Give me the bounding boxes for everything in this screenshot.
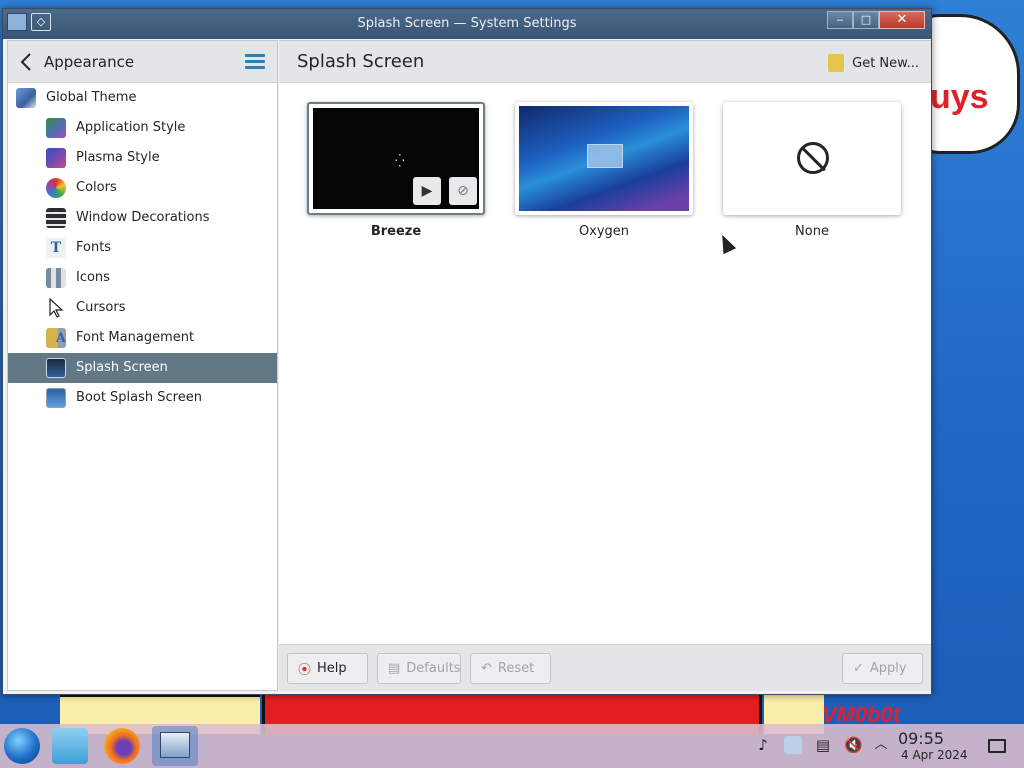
page-title: Splash Screen: [297, 51, 425, 72]
sidebar-item-label: Boot Splash Screen: [76, 390, 202, 405]
defaults-label: Defaults: [406, 661, 461, 676]
sidebar-item-label: Cursors: [76, 300, 126, 315]
sidebar-item-icons[interactable]: Icons: [8, 263, 277, 293]
sidebar-item-application-style[interactable]: Application Style: [8, 113, 277, 143]
fonts-icon: T: [46, 238, 66, 258]
boot-splash-screen-icon: [46, 388, 66, 408]
defaults-icon: ▤: [388, 661, 401, 676]
reset-icon: ↶: [481, 661, 492, 676]
system-settings-icon: [160, 732, 190, 758]
get-new-icon: [828, 54, 845, 72]
taskbar: ♪ ▤ 🔇 ︿ 09:55 4 Apr 2024: [0, 724, 1024, 768]
footer-bar: ⦿ Help ▤ Defaults ↶ Reset ✓ Apply: [279, 644, 931, 691]
network-icon[interactable]: [784, 736, 802, 754]
main-header: Splash Screen Get New...: [279, 41, 931, 83]
sidebar-item-label: Application Style: [76, 120, 186, 135]
preview-play-button[interactable]: ▶: [413, 177, 441, 205]
help-label: Help: [317, 661, 347, 676]
window-title: Splash Screen — System Settings: [357, 16, 577, 31]
sidebar-title: Appearance: [44, 53, 135, 71]
loading-spinner-icon: ⁛: [395, 154, 405, 168]
help-icon: ⦿: [298, 663, 312, 678]
font-management-icon: A: [46, 328, 66, 348]
window-titlebar[interactable]: ◇ Splash Screen — System Settings ‒ □ ✕: [3, 9, 931, 39]
sidebar-item-label: Icons: [76, 270, 110, 285]
sidebar-item-window-decorations[interactable]: Window Decorations: [8, 203, 277, 233]
oxygen-logo-icon: [587, 144, 623, 168]
back-arrow-icon[interactable]: [18, 52, 34, 72]
cursor-icon: [49, 298, 64, 318]
theme-card-breeze[interactable]: ⁛ ▶ ⊘: [307, 102, 485, 215]
splash-screen-icon: [46, 358, 66, 378]
file-manager-icon[interactable]: [52, 728, 88, 764]
sidebar-item-label: Fonts: [76, 240, 112, 255]
theme-label-oxygen: Oxygen: [578, 224, 630, 239]
no-theme-icon: [797, 142, 829, 174]
sidebar-item-label: Window Decorations: [76, 210, 210, 225]
window-decorations-icon: [46, 208, 66, 228]
uninstall-button[interactable]: ⊘: [449, 177, 477, 205]
get-new-button[interactable]: Get New...: [828, 52, 919, 74]
sidebar-item-splash-screen[interactable]: Splash Screen: [8, 353, 277, 383]
apply-check-icon: ✓: [853, 661, 864, 676]
sidebar-item-label: Plasma Style: [76, 150, 160, 165]
reset-label: Reset: [497, 661, 535, 676]
icons-icon: [46, 268, 66, 288]
start-menu-button[interactable]: [4, 728, 40, 764]
defaults-button[interactable]: ▤ Defaults: [377, 653, 461, 684]
show-desktop-icon[interactable]: [988, 739, 1006, 753]
sidebar-item-plasma-style[interactable]: Plasma Style: [8, 143, 277, 173]
system-settings-taskbar-button[interactable]: [152, 726, 198, 766]
notifications-bell-icon[interactable]: ♪: [754, 736, 772, 754]
get-new-label: Get New...: [852, 55, 919, 71]
sidebar-item-label: Global Theme: [46, 90, 137, 105]
minimize-button[interactable]: ‒: [827, 11, 853, 29]
sidebar-item-global-theme[interactable]: Global Theme: [8, 83, 277, 113]
sidebar-item-fonts[interactable]: T Fonts: [8, 233, 277, 263]
sidebar-item-font-management[interactable]: A Font Management: [8, 323, 277, 353]
application-style-icon: [46, 118, 66, 138]
main-panel: Splash Screen Get New... ⁛ ▶ ⊘ Breeze Ox…: [279, 40, 931, 691]
apply-button[interactable]: ✓ Apply: [842, 653, 923, 684]
system-settings-window: ◇ Splash Screen — System Settings ‒ □ ✕ …: [2, 8, 932, 695]
reset-button[interactable]: ↶ Reset: [470, 653, 551, 684]
sidebar-item-boot-splash-screen[interactable]: Boot Splash Screen: [8, 383, 277, 413]
plasma-style-icon: [46, 148, 66, 168]
firefox-icon[interactable]: [104, 728, 140, 764]
global-theme-icon: [16, 88, 36, 108]
oxygen-preview-image: [519, 106, 689, 211]
sidebar: Appearance Global Theme Application Styl…: [7, 40, 278, 691]
colors-icon: [46, 178, 66, 198]
help-button[interactable]: ⦿ Help: [287, 653, 368, 684]
theme-label-none: None: [795, 224, 829, 239]
clipboard-icon[interactable]: ▤: [814, 736, 832, 754]
theme-card-oxygen[interactable]: [515, 102, 693, 215]
sidebar-item-colors[interactable]: Colors: [8, 173, 277, 203]
clock-time[interactable]: 09:55: [886, 729, 956, 748]
apply-label: Apply: [869, 661, 907, 676]
sidebar-item-label: Splash Screen: [76, 360, 168, 375]
sidebar-header: Appearance: [8, 41, 277, 83]
theme-card-none[interactable]: [723, 102, 901, 215]
sidebar-item-cursors[interactable]: Cursors: [8, 293, 277, 323]
sidebar-item-label: Font Management: [76, 330, 195, 345]
sidebar-item-label: Colors: [76, 180, 117, 195]
wallpaper-text: uys: [930, 78, 989, 116]
audio-muted-icon[interactable]: 🔇: [844, 736, 863, 754]
close-button[interactable]: ✕: [879, 11, 925, 29]
clock-date[interactable]: 4 Apr 2024: [886, 748, 982, 762]
hamburger-menu-icon[interactable]: [245, 54, 265, 70]
theme-label-breeze: Breeze: [370, 224, 422, 239]
maximize-button[interactable]: □: [853, 11, 879, 29]
